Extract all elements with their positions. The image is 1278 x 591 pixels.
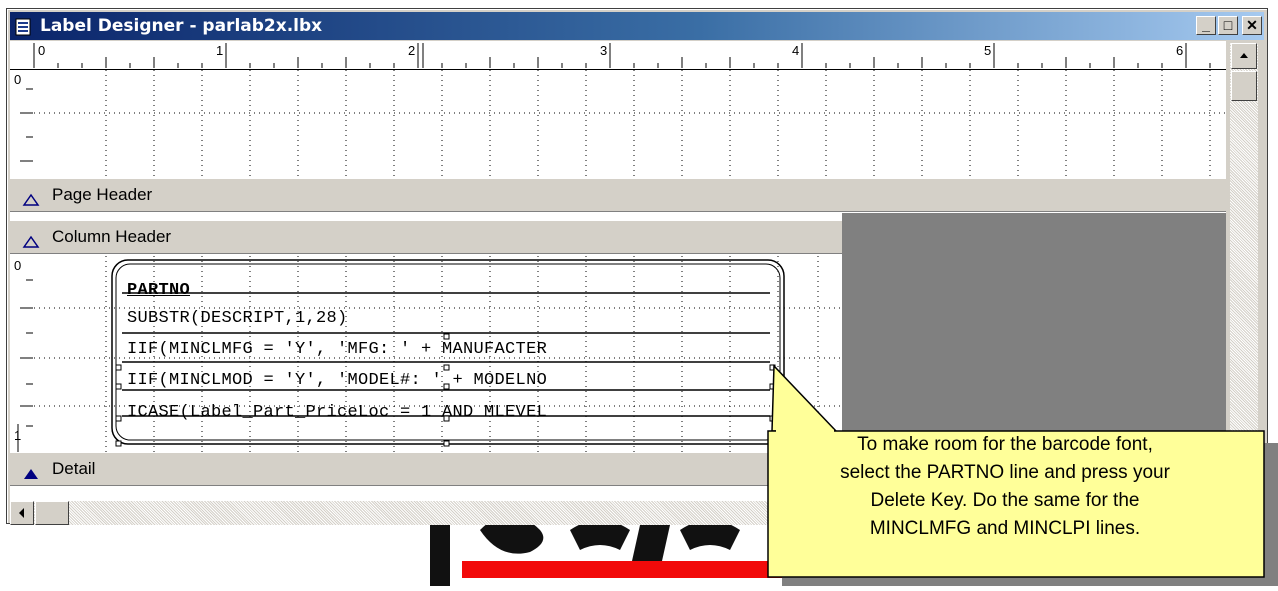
band-page-header[interactable]: Page Header bbox=[10, 178, 1226, 212]
callout-line-4: MINCLMFG and MINCLPI lines. bbox=[869, 518, 1141, 539]
ruler-label-5: 5 bbox=[984, 43, 992, 58]
ruler-label-6: 6 bbox=[1176, 43, 1184, 58]
field-minclmod[interactable]: IIF(MINCLMOD = 'Y', 'MODEL#: ' + MODELNO bbox=[127, 371, 547, 391]
vertical-scroll-thumb[interactable] bbox=[1231, 71, 1257, 101]
arrow-left-icon bbox=[19, 508, 24, 518]
ruler-label-4: 4 bbox=[792, 43, 800, 58]
page-header-grid bbox=[34, 70, 1226, 178]
window-title: Label Designer - parlab2x.lbx bbox=[40, 16, 323, 36]
close-icon: ✕ bbox=[1246, 17, 1258, 33]
maximize-button[interactable]: □ bbox=[1218, 16, 1238, 35]
field-descript[interactable]: SUBSTR(DESCRIPT,1,28) bbox=[127, 309, 348, 329]
left-ruler-detail: 0 1 bbox=[10, 256, 34, 452]
triangle-outline-icon bbox=[22, 229, 40, 248]
top-ruler: 0 1 2 3 4 5 6 bbox=[10, 41, 1226, 70]
band-column-header[interactable]: Column Header bbox=[10, 220, 842, 254]
callout-line-1: To make room for the barcode font, bbox=[857, 434, 1153, 455]
field-pricelock[interactable]: ICASE(Label_Part_PriceLoc = 1 AND MLEVEL bbox=[127, 403, 547, 423]
scroll-up-button[interactable] bbox=[1231, 43, 1257, 69]
band-detail-label: Detail bbox=[52, 459, 96, 478]
band-detail[interactable]: Detail bbox=[10, 452, 842, 486]
title-bar[interactable]: Label Designer - parlab2x.lbx _ □ ✕ bbox=[10, 12, 1264, 40]
ruler-label-0: 0 bbox=[38, 43, 46, 58]
ruler-label-3: 3 bbox=[600, 43, 608, 58]
minimize-button[interactable]: _ bbox=[1196, 16, 1216, 35]
field-minclmfg[interactable]: IIF(MINCLMFG = 'Y', 'MFG: ' + MANUFACTER bbox=[127, 340, 547, 360]
left-ruler-page-header: 0 bbox=[10, 70, 34, 178]
scroll-left-button[interactable] bbox=[10, 501, 34, 525]
ruler-label-1: 1 bbox=[216, 43, 224, 58]
callout-line-3: Delete Key. Do the same for the bbox=[870, 490, 1140, 511]
maximize-icon: □ bbox=[1223, 17, 1233, 33]
triangle-outline-icon bbox=[22, 187, 40, 206]
ruler-label-2: 2 bbox=[408, 43, 416, 58]
arrow-up-icon bbox=[1240, 53, 1248, 58]
band-page-header-label: Page Header bbox=[52, 185, 153, 204]
callout-text: To make room for the barcode font, selec… bbox=[768, 431, 1242, 543]
minimize-icon: _ bbox=[1202, 17, 1210, 33]
close-button[interactable]: ✕ bbox=[1242, 16, 1262, 35]
triangle-filled-icon bbox=[22, 461, 40, 479]
field-partno[interactable]: PARTNO bbox=[127, 281, 190, 301]
background-logo-bar bbox=[462, 561, 788, 578]
label-designer-icon bbox=[15, 17, 33, 36]
horizontal-scroll-thumb[interactable] bbox=[35, 501, 69, 525]
callout-line-2: select the PARTNO line and press your bbox=[840, 462, 1170, 483]
band-column-header-label: Column Header bbox=[52, 227, 172, 246]
